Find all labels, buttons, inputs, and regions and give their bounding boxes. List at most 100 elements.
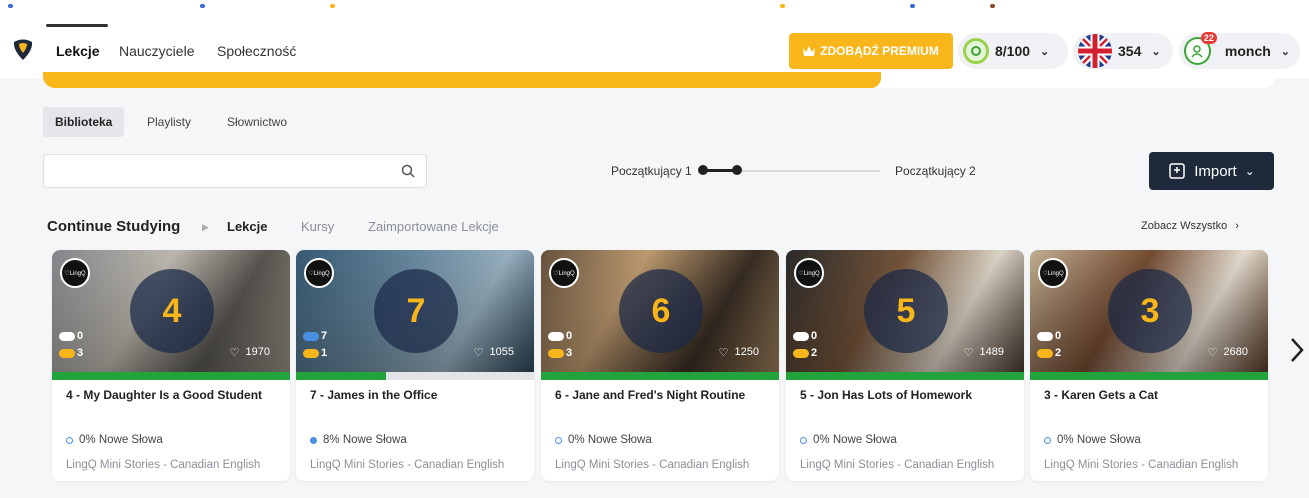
- user-menu-pill[interactable]: 22 monch ⌄: [1179, 32, 1300, 69]
- daily-progress-bar: [43, 72, 1275, 88]
- yellow-lingq-count: 2: [1037, 347, 1061, 359]
- browser-toolbar-remnant: [0, 0, 1309, 12]
- blue-lingq-count: 0: [548, 330, 572, 342]
- yellow-lingq-count: 2: [793, 347, 817, 359]
- lesson-card[interactable]: ♡LingQ 7 7 1 ♡ 1055 7 - James in the Off…: [296, 250, 534, 481]
- tab-playlists[interactable]: Playlisty: [135, 107, 203, 137]
- level-slider-handle-max[interactable]: [732, 165, 742, 175]
- chevron-down-icon: ⌄: [1151, 45, 1161, 58]
- course-name[interactable]: LingQ Mini Stories - Canadian English: [1044, 459, 1238, 471]
- search-icon[interactable]: [401, 164, 415, 178]
- language-coins-pill[interactable]: 354 ⌄: [1073, 33, 1173, 69]
- lesson-thumbnail[interactable]: ♡LingQ 4 0 3 ♡ 1970: [52, 250, 290, 372]
- likes[interactable]: ♡ 1489: [964, 346, 1004, 359]
- lesson-thumbnail[interactable]: ♡LingQ 5 0 2 ♡ 1489: [786, 250, 1024, 372]
- lingq-badge-icon: ♡LingQ: [304, 258, 334, 288]
- uk-flag-icon: [1078, 34, 1112, 68]
- level-slider-handle-min[interactable]: [698, 165, 708, 175]
- lesson-number: 3: [1108, 269, 1192, 353]
- crown-icon: [803, 46, 816, 56]
- lesson-card[interactable]: ♡LingQ 6 0 3 ♡ 1250 6 - Jane and Fred's …: [541, 250, 779, 481]
- new-words-stat: 0% Nowe Słowa: [66, 434, 163, 446]
- continue-studying-title: Continue Studying: [47, 218, 181, 235]
- course-name[interactable]: LingQ Mini Stories - Canadian English: [66, 459, 260, 471]
- chevron-down-icon: ⌄: [1280, 45, 1290, 58]
- known-words-bar: [786, 372, 1024, 380]
- carousel-next-icon[interactable]: [1287, 335, 1307, 365]
- lesson-thumbnail[interactable]: ♡LingQ 7 7 1 ♡ 1055: [296, 250, 534, 372]
- status-dot-icon: [800, 436, 807, 444]
- search-input[interactable]: [43, 154, 427, 188]
- lingq-badge-icon: ♡LingQ: [549, 258, 579, 288]
- nav-tab-lessons[interactable]: Lekcje: [56, 43, 100, 59]
- lesson-title[interactable]: 7 - James in the Office: [310, 388, 437, 402]
- new-words-stat: 0% Nowe Słowa: [555, 434, 652, 446]
- premium-button[interactable]: ZDOBĄDŹ PREMIUM: [789, 33, 953, 69]
- blue-lingq-count: 0: [1037, 330, 1061, 342]
- known-words-bar: [52, 372, 290, 380]
- daily-progress-fill: [43, 72, 881, 88]
- new-words-stat: 0% Nowe Słowa: [1044, 434, 1141, 446]
- heart-icon: ♡: [718, 347, 729, 359]
- lingq-badge-icon: ♡LingQ: [794, 258, 824, 288]
- blue-lingq-count: 7: [303, 330, 327, 342]
- coins-value: 354: [1118, 43, 1142, 59]
- chevron-right-icon: ›: [1235, 220, 1239, 232]
- lesson-title[interactable]: 3 - Karen Gets a Cat: [1044, 388, 1158, 402]
- see-all-label: Zobacz Wszystko: [1141, 220, 1228, 232]
- tab-vocabulary[interactable]: Słownictwo: [215, 107, 299, 137]
- known-words-bar: [541, 372, 779, 380]
- new-words-stat: 0% Nowe Słowa: [800, 434, 897, 446]
- top-bar: Lekcje Nauczyciele Społeczność ZDOBĄDŹ P…: [0, 0, 1309, 78]
- status-dot-icon: [66, 436, 73, 444]
- lingq-badge-icon: ♡LingQ: [1038, 258, 1068, 288]
- likes[interactable]: ♡ 1970: [230, 346, 270, 359]
- lesson-title[interactable]: 5 - Jon Has Lots of Homework: [800, 388, 972, 402]
- premium-label: ZDOBĄDŹ PREMIUM: [820, 44, 939, 58]
- course-name[interactable]: LingQ Mini Stories - Canadian English: [310, 459, 504, 471]
- heart-icon: ♡: [229, 347, 240, 359]
- lesson-card[interactable]: ♡LingQ 3 0 2 ♡ 2680 3 - Karen Gets a Cat…: [1030, 250, 1268, 481]
- lesson-thumbnail[interactable]: ♡LingQ 3 0 2 ♡ 2680: [1030, 250, 1268, 372]
- tab-continue-imported[interactable]: Zaimportowane Lekcje: [368, 219, 499, 234]
- level-from-label: Początkujący 1: [611, 164, 692, 178]
- course-name[interactable]: LingQ Mini Stories - Canadian English: [800, 459, 994, 471]
- known-words-bar: [296, 372, 534, 380]
- lesson-card[interactable]: ♡LingQ 4 0 3 ♡ 1970 4 - My Daughter Is a…: [52, 250, 290, 481]
- lesson-card[interactable]: ♡LingQ 5 0 2 ♡ 1489 5 - Jon Has Lots of …: [786, 250, 1024, 481]
- play-arrow-icon: ▶: [202, 222, 209, 232]
- daily-goal-value: 8/100: [995, 43, 1031, 59]
- yellow-lingq-count: 1: [303, 347, 327, 359]
- likes[interactable]: ♡ 1250: [719, 346, 759, 359]
- level-to-label: Początkujący 2: [895, 164, 976, 178]
- status-dot-icon: [310, 436, 317, 444]
- yellow-lingq-count: 3: [548, 347, 572, 359]
- tab-continue-courses[interactable]: Kursy: [301, 219, 334, 234]
- daily-goal-pill[interactable]: 8/100 ⌄: [958, 33, 1068, 69]
- tab-library[interactable]: Biblioteka: [43, 107, 125, 137]
- likes[interactable]: ♡ 1055: [474, 346, 514, 359]
- lingq-logo-icon[interactable]: [12, 38, 34, 62]
- tab-continue-lessons[interactable]: Lekcje: [227, 219, 267, 234]
- lesson-number: 6: [619, 269, 703, 353]
- status-dot-icon: [555, 436, 562, 444]
- username: monch: [1224, 43, 1271, 59]
- see-all-link[interactable]: Zobacz Wszystko ›: [1141, 220, 1239, 232]
- lesson-title[interactable]: 4 - My Daughter Is a Good Student: [66, 388, 262, 402]
- lesson-title[interactable]: 6 - Jane and Fred's Night Routine: [555, 388, 745, 402]
- avatar-icon: 22: [1184, 32, 1217, 65]
- heart-icon: ♡: [1207, 347, 1218, 359]
- heart-icon: ♡: [473, 347, 484, 359]
- lesson-number: 4: [130, 269, 214, 353]
- import-label: Import: [1194, 162, 1237, 180]
- nav-tab-teachers[interactable]: Nauczyciele: [119, 43, 194, 59]
- nav-tab-community[interactable]: Społeczność: [217, 43, 296, 59]
- import-icon: [1169, 163, 1185, 179]
- chevron-down-icon: ⌄: [1244, 164, 1255, 178]
- likes[interactable]: ♡ 2680: [1208, 346, 1248, 359]
- import-button[interactable]: Import ⌄: [1149, 152, 1274, 190]
- chevron-down-icon: ⌄: [1040, 45, 1050, 58]
- course-name[interactable]: LingQ Mini Stories - Canadian English: [555, 459, 749, 471]
- lesson-thumbnail[interactable]: ♡LingQ 6 0 3 ♡ 1250: [541, 250, 779, 372]
- streak-icon: [963, 38, 989, 64]
